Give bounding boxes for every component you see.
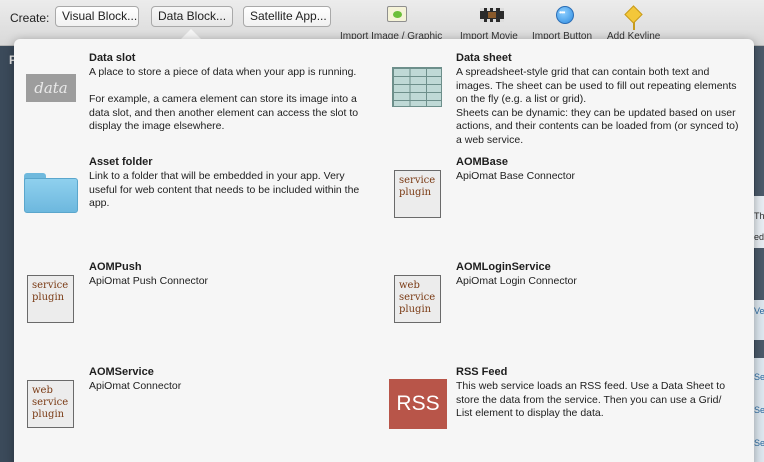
item-description: A place to store a piece of data when yo… [89,66,359,132]
data-sheet-icon [392,67,442,107]
item-description: This web service loads an RSS feed. Use … [456,380,726,419]
satellite-app-button[interactable]: Satellite App... [243,6,331,27]
background-fragment: Ve [754,306,764,316]
service-plugin-icon: service plugin [394,170,441,218]
visual-block-button[interactable]: Visual Block... [55,6,139,27]
item-rss-feed[interactable]: RSS RSS Feed This web service loads an R… [389,366,725,431]
background-fragment: Ser [754,438,764,448]
web-service-plugin-icon: web service plugin [27,380,74,428]
rss-icon: RSS [389,379,447,429]
folder-icon [24,173,78,213]
create-label: Create: [10,11,50,25]
item-title: RSS Feed [456,366,508,378]
item-title: Data slot [89,52,136,64]
keyline-stem [633,22,635,30]
item-title: AOMBase [456,156,508,168]
image-icon [387,6,407,22]
background-fragment: Thi [754,211,764,221]
item-aomservice[interactable]: web service plugin AOMService ApiOmat Co… [27,366,357,428]
item-description: ApiOmat Push Connector [89,275,209,287]
data-slot-icon: data [26,74,76,102]
item-description: Link to a folder that will be embedded i… [89,170,360,209]
keyline-icon [624,5,643,24]
movie-icon [480,8,504,22]
item-aompush[interactable]: service plugin AOMPush ApiOmat Push Conn… [27,261,357,323]
background-fragment: edi [754,232,764,242]
background-fragment: Ser [754,405,764,415]
item-description: ApiOmat Login Connector [456,275,577,287]
item-asset-folder[interactable]: Asset folder Link to a folder that will … [24,156,359,216]
item-aombase[interactable]: service plugin AOMBase ApiOmat Base Conn… [394,156,724,218]
button-icon [556,6,574,24]
item-data-slot[interactable]: data Data slot A place to store a piece … [26,52,358,142]
background-fragment: Ser [754,372,764,382]
web-service-plugin-icon: web service plugin [394,275,441,323]
item-title: AOMLoginService [456,261,551,273]
item-data-sheet[interactable]: Data sheet A spreadsheet-style grid that… [392,52,739,147]
data-block-popover: data Data slot A place to store a piece … [14,39,754,462]
folder-body [24,178,78,213]
item-title: AOMService [89,366,154,378]
item-description: ApiOmat Connector [89,380,182,392]
item-aomloginservice[interactable]: web service plugin AOMLoginService ApiOm… [394,261,724,323]
item-title: AOMPush [89,261,142,273]
item-description: A spreadsheet-style grid that can contai… [456,66,739,146]
item-description: ApiOmat Base Connector [456,170,576,182]
service-plugin-icon: service plugin [27,275,74,323]
item-title: Data sheet [456,52,512,64]
item-title: Asset folder [89,156,153,168]
data-block-button[interactable]: Data Block... [151,6,233,27]
